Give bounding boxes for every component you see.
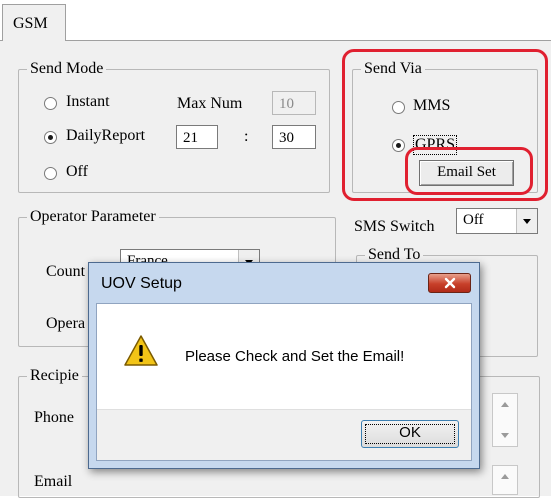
email-scrollbar[interactable] bbox=[492, 465, 518, 495]
operator-label: Opera bbox=[46, 315, 86, 332]
sms-switch-label: SMS Switch bbox=[354, 218, 435, 235]
scroll-up-icon[interactable] bbox=[501, 402, 509, 407]
scroll-down-icon[interactable] bbox=[501, 433, 509, 438]
off-label: Off bbox=[66, 163, 88, 180]
chevron-down-icon[interactable] bbox=[516, 209, 537, 233]
dialog-message: Please Check and Set the Email! bbox=[185, 348, 405, 365]
tab-gsm[interactable]: GSM bbox=[2, 4, 66, 41]
instant-label: Instant bbox=[66, 93, 110, 110]
send-mode-legend: Send Mode bbox=[27, 60, 107, 78]
sms-switch-value: Off bbox=[463, 212, 484, 228]
warning-icon bbox=[124, 335, 158, 366]
phone-label: Phone bbox=[34, 409, 74, 426]
email-set-highlight bbox=[405, 147, 533, 195]
dialog-body: Please Check and Set the Email! OK bbox=[96, 303, 472, 461]
sms-switch-combo[interactable]: Off bbox=[456, 208, 538, 234]
uov-setup-dialog: UOV Setup Please Check and Set the Email… bbox=[88, 262, 480, 469]
max-num-label: Max Num bbox=[177, 95, 243, 112]
minute-field[interactable]: 30 bbox=[272, 125, 316, 149]
dialog-footer: OK bbox=[97, 409, 471, 460]
tab-gsm-label: GSM bbox=[13, 15, 48, 32]
radio-daily-report[interactable] bbox=[44, 131, 57, 144]
radio-off[interactable] bbox=[44, 167, 57, 180]
max-num-field[interactable]: 10 bbox=[272, 91, 316, 115]
dialog-title: UOV Setup bbox=[101, 275, 182, 292]
close-button[interactable] bbox=[428, 273, 471, 293]
daily-report-label: DailyReport bbox=[66, 127, 146, 144]
scroll-up-icon[interactable] bbox=[501, 474, 509, 479]
email-label: Email bbox=[34, 473, 73, 490]
hour-field[interactable]: 21 bbox=[176, 125, 218, 149]
ok-button[interactable]: OK bbox=[361, 420, 459, 448]
operator-parameter-legend: Operator Parameter bbox=[27, 208, 159, 226]
radio-instant[interactable] bbox=[44, 97, 57, 110]
recipient-legend: Recipie bbox=[27, 367, 82, 385]
country-label: Count bbox=[46, 263, 86, 280]
phone-scrollbar[interactable] bbox=[492, 393, 518, 447]
time-separator: : bbox=[244, 128, 249, 145]
close-icon bbox=[444, 277, 456, 289]
